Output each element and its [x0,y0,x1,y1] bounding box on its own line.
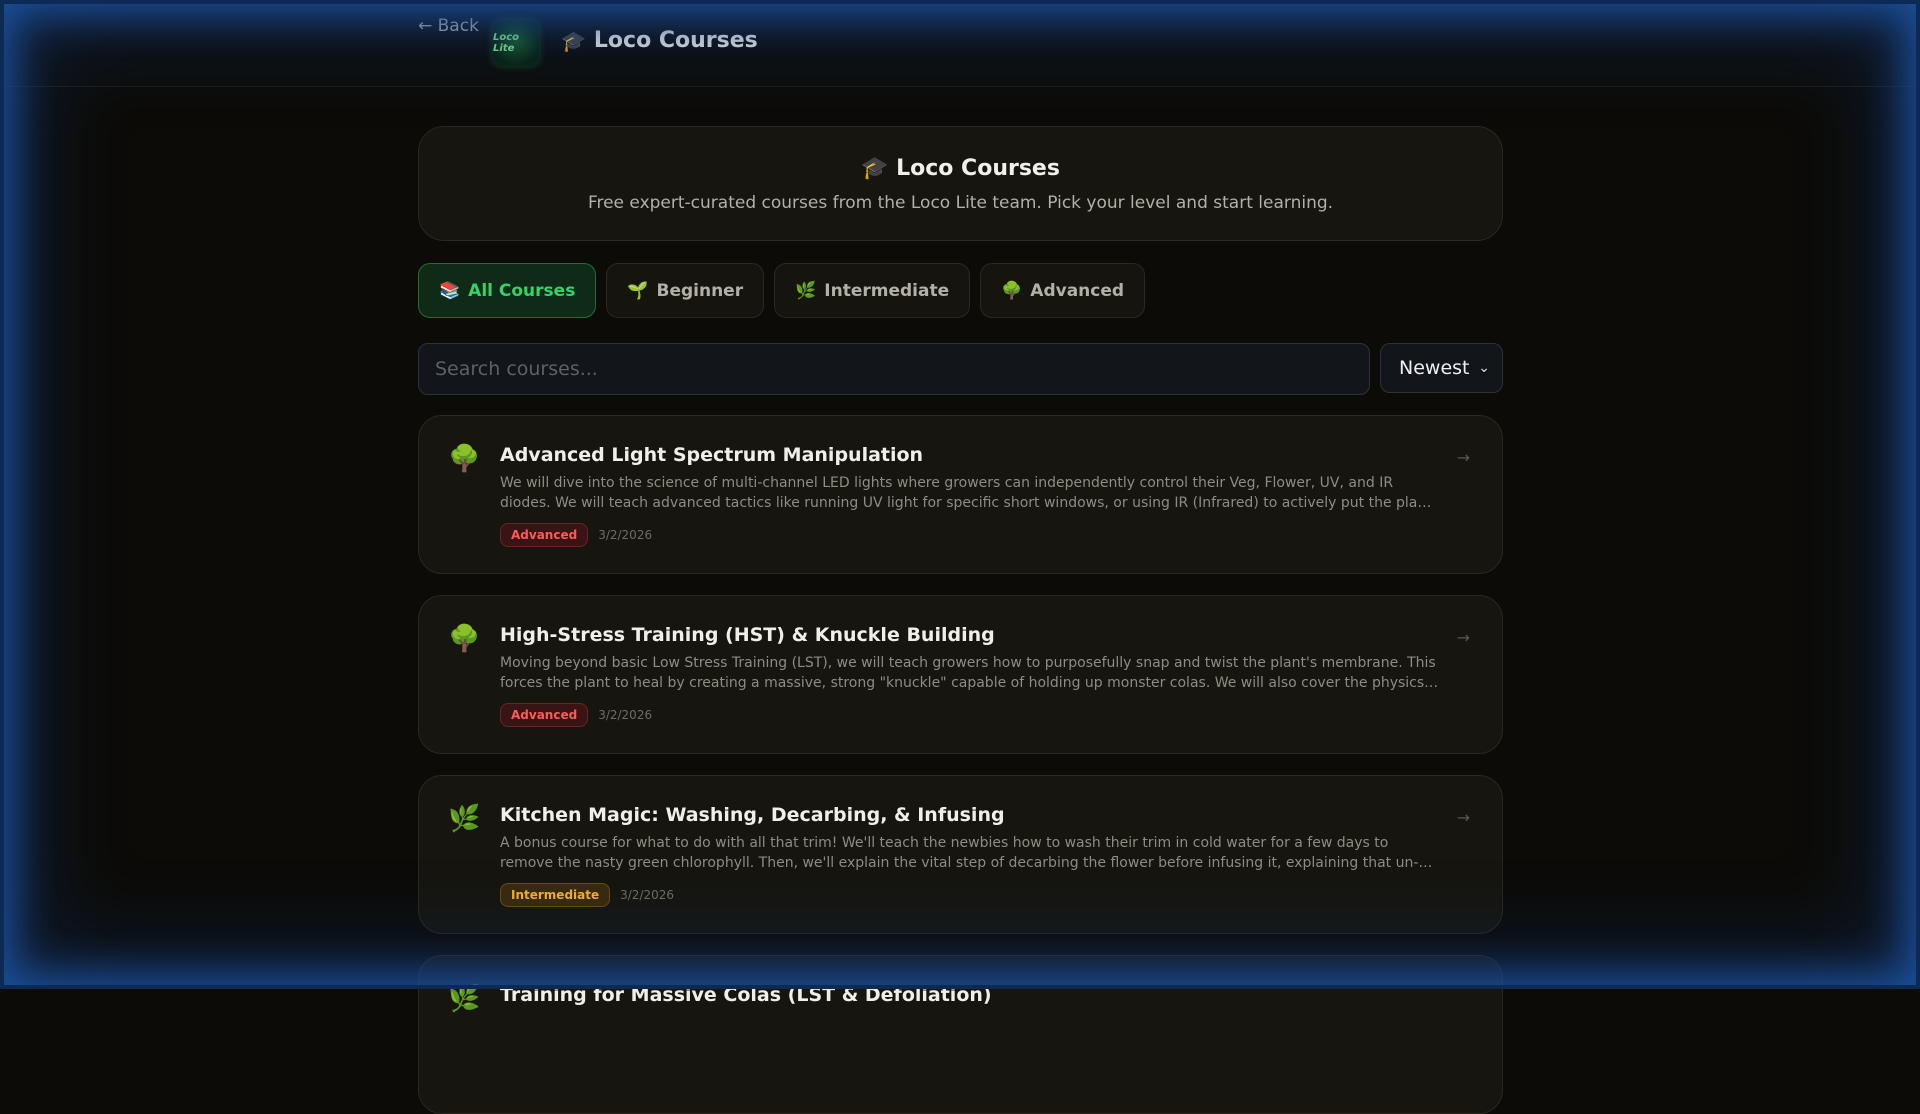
arrow-right-icon: → [1456,628,1470,647]
tree-icon: 🌳 [448,624,481,654]
tree-icon: 🌳 [1001,280,1023,301]
course-card[interactable]: 🌳 High-Stress Training (HST) & Knuckle B… [418,595,1503,754]
tree-icon: 🌳 [448,444,481,474]
books-icon: 📚 [439,280,461,301]
course-meta: Advanced 3/2/2026 [500,523,652,547]
course-date: 3/2/2026 [620,888,675,902]
logo-text: Loco Lite [493,32,520,54]
course-title: Training for Massive Colas (LST & Defoli… [500,984,992,1006]
back-link[interactable]: ← Back [418,16,479,36]
course-date: 3/2/2026 [598,528,653,542]
course-meta: Intermediate 3/2/2026 [500,883,674,907]
filter-label: Intermediate [824,280,950,301]
filter-intermediate[interactable]: 🌿 Intermediate [774,263,971,318]
course-card[interactable]: 🌿 Training for Massive Colas (LST & Defo… [418,955,1503,1114]
course-description: Moving beyond basic Low Stress Training … [500,655,1436,691]
sort-selected-value: Newest [1399,357,1470,379]
filter-label: Advanced [1030,280,1125,301]
course-card[interactable]: 🌳 Advanced Light Spectrum Manipulation W… [418,415,1503,574]
chevron-down-icon: ⌄ [1478,360,1490,376]
course-description: We will dive into the science of multi-c… [500,475,1440,511]
sort-select[interactable]: Newest ⌄ [1380,343,1503,393]
app-logo[interactable]: Loco Lite [493,20,539,66]
hero-subtitle: Free expert-curated courses from the Loc… [587,193,1334,213]
filter-advanced[interactable]: 🌳 Advanced [980,263,1146,318]
filter-label: All Courses [468,280,576,301]
herb-icon: 🌿 [448,804,481,834]
seedling-icon: 🌱 [627,280,649,301]
level-badge: Advanced [500,703,589,727]
filter-label: Beginner [656,280,744,301]
hero-title: 🎓 Loco Courses [419,156,1502,181]
hero-panel: 🎓 Loco Courses Free expert-curated cours… [418,126,1503,241]
search-row: Newest ⌄ [418,343,1503,395]
top-bar: ← Back Loco Lite 🎓 Loco Courses [0,0,1920,87]
course-description: A bonus course for what to do with all t… [500,835,1419,871]
search-input[interactable] [418,343,1370,395]
course-title: Advanced Light Spectrum Manipulation [500,444,924,466]
course-title: High-Stress Training (HST) & Knuckle Bui… [500,624,995,646]
level-badge: Advanced [500,523,589,547]
hero-title-text: Loco Courses [896,156,1060,181]
level-filter-tabs: 📚 All Courses 🌱 Beginner 🌿 Intermediate … [418,263,1503,319]
page-title-text: Loco Courses [593,28,758,53]
filter-all-courses[interactable]: 📚 All Courses [418,263,597,318]
graduation-cap-icon: 🎓 [561,28,586,53]
course-date: 3/2/2026 [598,708,653,722]
arrow-right-icon: → [1456,808,1470,827]
arrow-right-icon: → [1456,448,1470,467]
graduation-cap-icon: 🎓 [861,156,889,181]
course-title: Kitchen Magic: Washing, Decarbing, & Inf… [500,804,1005,826]
course-meta: Advanced 3/2/2026 [500,703,652,727]
herb-icon: 🌿 [795,280,817,301]
course-card[interactable]: 🌿 Kitchen Magic: Washing, Decarbing, & I… [418,775,1503,934]
page-title: 🎓 Loco Courses [561,28,758,53]
level-badge: Intermediate [500,883,611,907]
filter-beginner[interactable]: 🌱 Beginner [606,263,765,318]
